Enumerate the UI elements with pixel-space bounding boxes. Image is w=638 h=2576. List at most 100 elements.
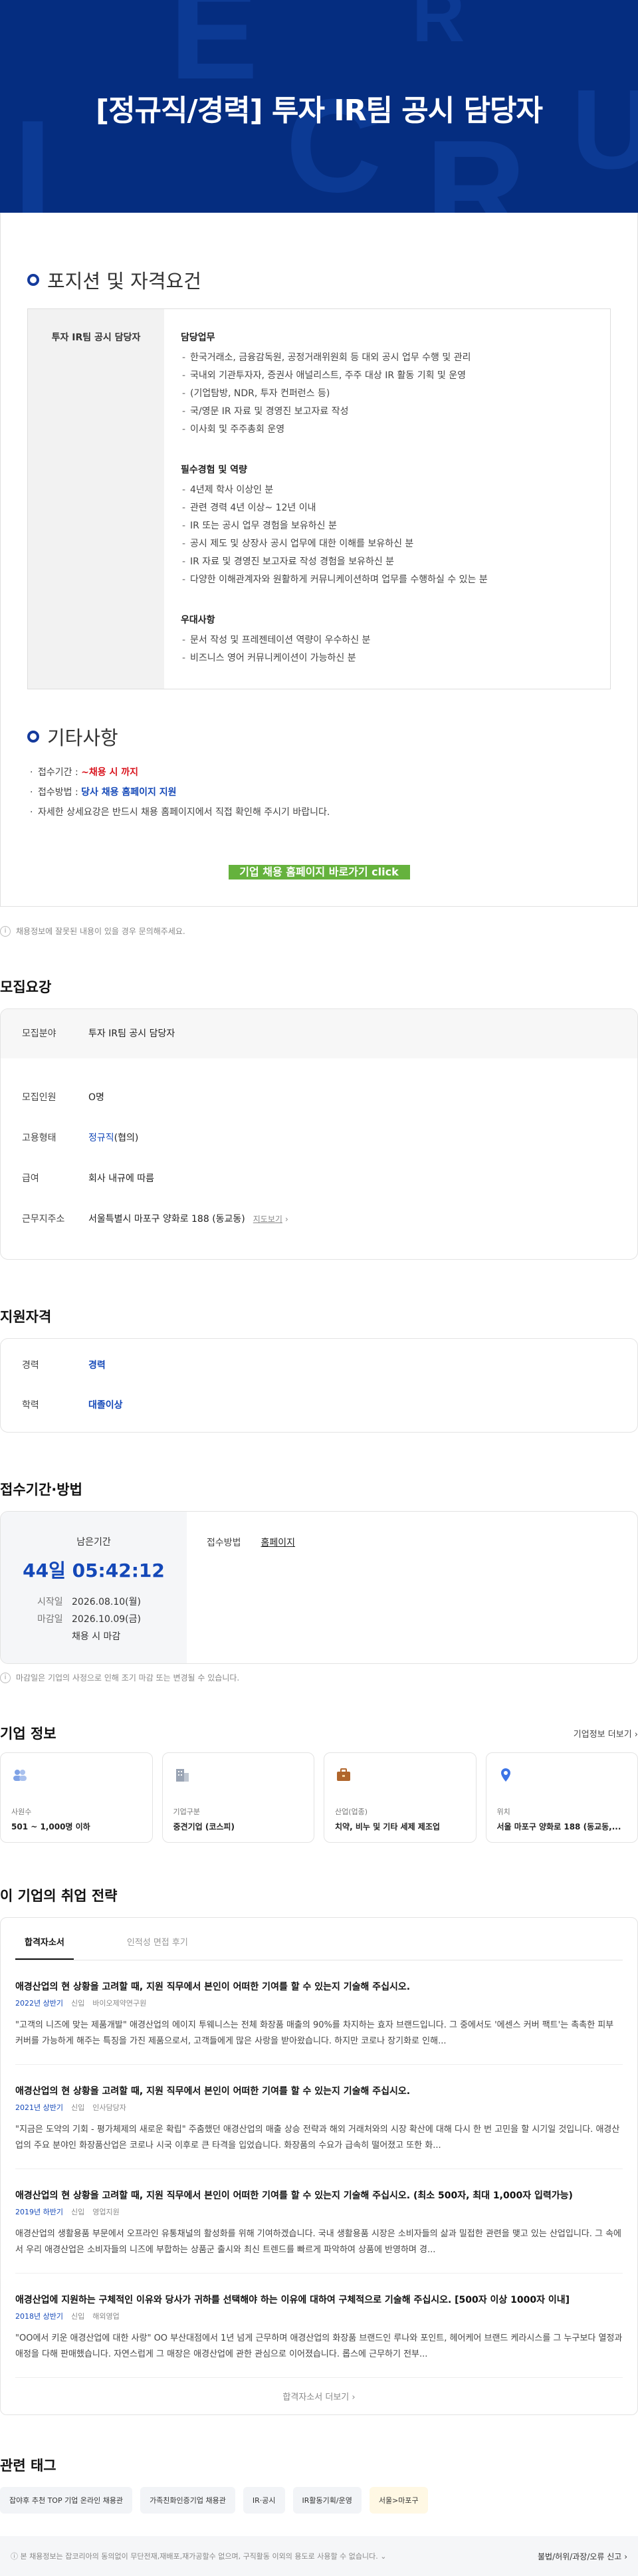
group-title: 담당업무 [181,330,610,344]
tab-interview-reviews[interactable]: 인적성 면접 후기 [118,1918,197,1960]
remain-label: 남은기간 [1,1535,187,1548]
period-label: 접수기간 : [38,767,81,778]
essay-year: 2022년 상반기 [15,1999,63,2008]
company-card: 사원수 501 ~ 1,000명 이하 [0,1752,153,1843]
tags-section: 관련 태그 잡야후 추천 TOP 기업 온라인 채용관 가족친화인증기업 채용관… [0,2455,638,2514]
company-card: 기업구분 중견기업 (코스피) [162,1752,315,1843]
homepage-link[interactable]: 홈페이지 [261,1536,296,1639]
location-label: 근무지주소 [22,1213,88,1226]
list-item: 국/영문 IR 자료 및 경영진 보고자료 작성 [181,403,610,421]
essay-question: 애경산업의 현 상황을 고려할 때, 지원 직무에서 본인이 어떠한 기여를 할… [15,2085,623,2098]
recruit-row: 급여 회사 내규에 따름 [1,1158,637,1199]
tag-chip[interactable]: 잡야후 추천 TOP 기업 온라인 채용관 [0,2487,132,2514]
end-date: 2026.10.09(금) [72,1614,141,1625]
essay-item[interactable]: 애경산업에 지원하는 구체적인 이유와 당사가 귀하를 선택해야 하는 이유에 … [15,2274,623,2378]
field-label: 모집분야 [22,1027,88,1040]
essay-year: 2019년 하반기 [15,2208,63,2216]
card-label: 산업(업종) [335,1806,465,1817]
more-label: 기업정보 더보기 [574,1730,632,1740]
deadline-notice: i 마감일은 기업의 사정으로 인해 조기 마감 또는 변경될 수 있습니다. [0,1664,638,1683]
method-value: 당사 채용 홈페이지 지원 [81,787,176,798]
essay-year: 2021년 상반기 [15,2103,63,2112]
list-item: 문서 작성 및 프레젠테이션 역량이 우수하신 분 [181,632,610,649]
list-item: (기업탐방, NDR, 투자 컨퍼런스 등) [181,385,610,403]
etc-list: 접수기간 : ~채용 시 까지 접수방법 : 당사 채용 홈페이지 지원 자세한… [27,762,611,822]
chevron-down-icon[interactable]: ⌄ [380,2552,386,2561]
etc-title: 기타사항 [47,723,118,751]
essay-excerpt: 애경산업의 생활용품 부문에서 오프라인 유통채널의 활성화를 위해 기여하겠습… [15,2226,623,2258]
tag-chip[interactable]: IR·공시 [243,2487,285,2514]
section-title: 이 기업의 취업 전략 [0,1885,638,1905]
list-item: 비즈니스 영어 커뮤니케이션이 가능하신 분 [181,649,610,667]
etc-heading: 기타사항 [27,689,611,751]
section-title: 접수기간·방법 [0,1479,638,1499]
card-value: 중견기업 (코스피) [173,1821,304,1832]
circle-bullet-icon [27,731,39,743]
essay-meta: 2018년 상반기신입해외영업 [15,2311,623,2321]
position-title: 포지션 및 자격요건 [47,266,201,294]
section-title: 관련 태그 [0,2455,638,2475]
section-title: 모집요강 [0,977,638,996]
count-value: O명 [88,1091,104,1104]
job-description: 포지션 및 자격요건 투자 IR팀 공시 담당자 담당업무 한국거래소, 금융감… [0,213,638,907]
page: I E C _ R R U [정규직/경력] 투자 IR팀 공시 담당자 포지션… [0,0,638,2576]
essay-kind: 신입 [71,2103,84,2112]
tag-chip[interactable]: IR활동기획/운영 [293,2487,362,2514]
essay-question: 애경산업의 현 상황을 고려할 때, 지원 직무에서 본인이 어떠한 기여를 할… [15,1980,623,1994]
report-notice-text[interactable]: 채용정보에 잘못된 내용이 있을 경우 문의해주세요. [16,925,185,937]
countdown: 44일 05:42:12 [1,1556,187,1583]
section-title: 지원자격 [0,1306,638,1326]
info-icon: ⓘ [11,2552,18,2561]
building-icon [173,1766,191,1784]
salary-label: 급여 [22,1172,88,1185]
strategy-section: 이 기업의 취업 전략 합격자소서 인적성 면접 후기 애경산업의 현 상황을 … [0,1885,638,2415]
deadline-panel: 남은기간 44일 05:42:12 시작일2026.08.10(월) 마감일20… [1,1512,187,1663]
essay-question: 애경산업의 현 상황을 고려할 때, 지원 직무에서 본인이 어떠한 기여를 할… [15,2189,623,2202]
essay-item[interactable]: 애경산업의 현 상황을 고려할 때, 지원 직무에서 본인이 어떠한 기여를 할… [15,1960,623,2065]
map-link[interactable]: 지도보기 [253,1213,282,1226]
report-link[interactable]: 불법/허위/과장/오류 신고 › [538,2551,627,2562]
essay-more-link[interactable]: 합격자소서 더보기 › [1,2378,637,2414]
essay-item[interactable]: 애경산업의 현 상황을 고려할 때, 지원 직무에서 본인이 어떠한 기여를 할… [15,2065,623,2169]
end-note: 채용 시 마감 [72,1631,120,1642]
location-pin-icon [497,1766,514,1784]
circle-bullet-icon [27,274,39,286]
info-icon: i [0,1673,11,1683]
essay-dept: 해외영업 [92,2312,119,2321]
tag-chip[interactable]: 가족친화인증기업 채용관 [140,2487,235,2514]
people-icon [11,1766,29,1784]
date-list: 시작일2026.08.10(월) 마감일2026.10.09(금) 채용 시 마… [37,1593,150,1645]
company-homepage-button[interactable]: 기업 채용 홈페이지 바로가기 click [229,865,410,879]
essay-item[interactable]: 애경산업의 현 상황을 고려할 때, 지원 직무에서 본인이 어떠한 기여를 할… [15,2169,623,2274]
tab-essays[interactable]: 합격자소서 [15,1918,74,1960]
section-title: 기업 정보 [0,1723,56,1743]
card-label: 기업구분 [173,1806,304,1817]
company-more-link[interactable]: 기업정보 더보기 › [574,1727,638,1740]
list-item: 4년제 학사 이상인 분 [181,481,610,499]
essay-dept: 영업지원 [92,2208,119,2216]
card-value: 501 ~ 1,000명 이하 [11,1821,142,1832]
recruit-row: 모집인원 O명 [1,1077,637,1117]
group-title: 우대사항 [181,613,610,626]
banner-deco: _ [219,146,278,213]
list-item: 이사회 및 주주총회 운영 [181,421,610,439]
period-value: ~채용 시 까지 [81,767,138,778]
salary-value: 회사 내규에 따름 [88,1172,154,1185]
position-heading: 포지션 및 자격요건 [27,213,611,294]
list-item: 접수방법 : 당사 채용 홈페이지 지원 [27,782,611,802]
edu-value: 대졸이상 [88,1399,123,1412]
essay-dept: 바이오제약연구원 [92,1999,146,2008]
essay-meta: 2021년 상반기신입인사담당자 [15,2102,623,2113]
list-item: 다양한 이해관계자와 원활하게 커뮤니케이션하며 업무를 수행하실 수 있는 분 [181,571,610,589]
banner-deco: E [169,0,258,100]
company-card: 산업(업종) 치약, 비누 및 기타 세제 제조업 [324,1752,477,1843]
list-item: IR 자료 및 경영진 보고자료 작성 경험을 보유하신 분 [181,553,610,571]
method-label: 접수방법 : [38,787,81,798]
start-label: 시작일 [37,1593,72,1611]
tag-chip[interactable]: 서울>마포구 [370,2487,428,2514]
essay-kind: 신입 [71,1999,84,2008]
essay-kind: 신입 [71,2208,84,2216]
essay-excerpt: "지금은 도약의 기회 - 평가체제의 새로운 확립" 주춤했던 애경산업의 매… [15,2122,623,2154]
role-label: 투자 IR팀 공시 담당자 [28,309,164,689]
recruit-row: 모집분야 투자 IR팀 공시 담당자 [1,1009,637,1058]
